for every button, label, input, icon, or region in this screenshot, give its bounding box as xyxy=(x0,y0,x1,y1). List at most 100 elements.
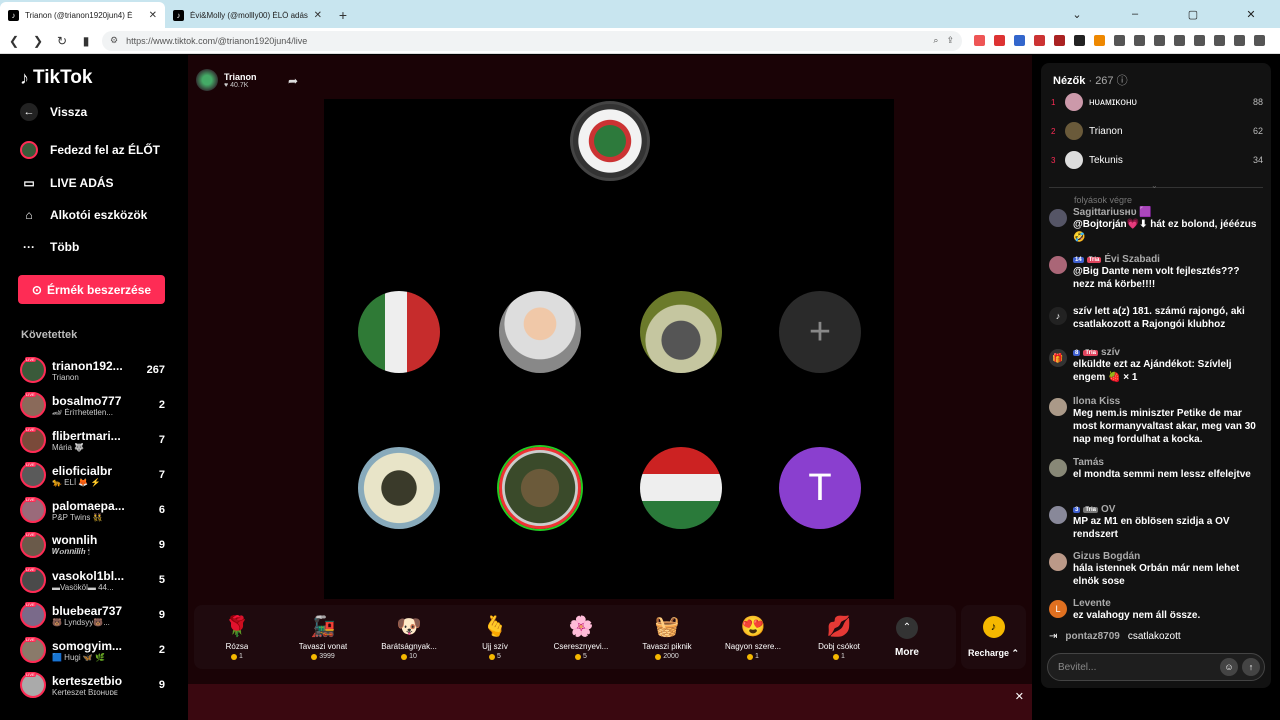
chat-username[interactable]: Tamás xyxy=(1073,457,1263,468)
following-item[interactable]: LIVE trianon192... Trianon 267 xyxy=(20,355,165,385)
puzzle-icon[interactable] xyxy=(1114,35,1125,46)
gift-item[interactable]: 🧺 Tavaszi piknik 2000 xyxy=(624,605,710,669)
following-item[interactable]: LIVE flibertmari... Mária 🐺 7 xyxy=(20,425,165,455)
wallet-icon[interactable] xyxy=(1214,35,1225,46)
tab-search-icon[interactable]: ⌄ xyxy=(1048,8,1106,21)
sidebar-icon[interactable] xyxy=(1194,35,1205,46)
browser-tab[interactable]: ♪ Évi&Molly (@mollly00) ÉLŐ adásban ✕ xyxy=(165,2,330,28)
chat-input[interactable] xyxy=(1058,661,1216,673)
guest-slot[interactable] xyxy=(640,447,722,529)
maximize-icon[interactable]: ▢ xyxy=(1164,8,1222,21)
chat-username[interactable]: Levente xyxy=(1073,598,1263,609)
chat-username[interactable]: Sagittariusʜᴜ 🟪 xyxy=(1073,207,1263,218)
following-item[interactable]: LIVE kerteszetbio Kerteszet Bɪᴏʜᴜᴅᴇ 9 xyxy=(20,670,165,700)
nav-explore-live[interactable]: Fedezd fel az ÉLŐT xyxy=(20,141,160,159)
bookmark-icon[interactable]: ▮ xyxy=(76,34,96,48)
host-avatar[interactable] xyxy=(196,69,218,91)
chat-username[interactable]: Évi Szabadi xyxy=(1104,254,1160,265)
gift-price-value: 1 xyxy=(841,653,845,660)
top-viewer-row[interactable]: 3 Tekunis 34 xyxy=(1051,150,1263,170)
get-coins-button[interactable]: ⊙ Érmék beszerzése xyxy=(18,275,165,304)
avatar[interactable] xyxy=(1049,256,1067,274)
top-viewer-row[interactable]: 2 Trianon 62 xyxy=(1051,121,1263,141)
following-item[interactable]: LIVE palomaepa... P&P Twins 👯 6 xyxy=(20,495,165,525)
avatar[interactable] xyxy=(1049,553,1067,571)
translate-icon[interactable] xyxy=(1014,35,1025,46)
avatar[interactable]: L xyxy=(1049,600,1067,618)
nav-more[interactable]: ··· Több xyxy=(20,238,79,256)
gift-item[interactable]: 😍 Nagyon szere... 1 xyxy=(710,605,796,669)
reading-list-icon[interactable] xyxy=(1174,35,1185,46)
close-tab-icon[interactable]: ✕ xyxy=(314,10,322,21)
chat-username[interactable]: Gizus Bogdán xyxy=(1073,551,1263,562)
more-gifts-button[interactable]: ⌃ More xyxy=(882,605,932,669)
close-tab-icon[interactable]: ✕ xyxy=(149,10,157,21)
guest-slot[interactable] xyxy=(499,447,581,529)
joined-username[interactable]: pontaz8709 xyxy=(1065,631,1119,642)
chat-username[interactable]: OV xyxy=(1101,504,1115,515)
share-arrow-icon[interactable]: ➦ xyxy=(288,74,298,88)
gift-item[interactable]: 🚂 Tavaszi vonat 3999 xyxy=(280,605,366,669)
chat-input-box[interactable]: ☺ ↑ xyxy=(1047,653,1265,681)
guest-slot[interactable] xyxy=(640,291,722,373)
avatar[interactable] xyxy=(1049,209,1067,227)
reload-icon[interactable]: ↻ xyxy=(52,34,72,48)
gift-item[interactable]: 💋 Dobj csókot 1 xyxy=(796,605,882,669)
extension-icon[interactable] xyxy=(1074,35,1085,46)
top-viewer-row[interactable]: 1 ʜᴜᴀᴍɪᴋᴏʜᴜ 88 xyxy=(1051,92,1263,112)
browser-tab-active[interactable]: ♪ Trianon (@trianon1920jun4) É ✕ xyxy=(0,2,165,28)
video-stage[interactable]: + T xyxy=(324,99,894,599)
send-arrow-icon[interactable]: ↑ xyxy=(1242,658,1260,676)
extension-icon[interactable] xyxy=(1094,35,1105,46)
avatar[interactable] xyxy=(1049,506,1067,524)
address-bar[interactable]: ⚙ https://www.tiktok.com/@trianon1920jun… xyxy=(102,30,962,51)
following-item[interactable]: LIVE somogyim... 🟦 Hugi 🦋 🌿 2 xyxy=(20,635,165,665)
chevron-down-icon[interactable]: ⌄ xyxy=(1151,181,1158,190)
recharge-button[interactable]: ♪ Recharge ⌃ xyxy=(961,605,1026,669)
guest-slot[interactable] xyxy=(358,291,440,373)
back-button[interactable]: ← Vissza xyxy=(20,103,87,121)
coins-label: Érmék beszerzése xyxy=(46,282,152,297)
extension-icon[interactable] xyxy=(1134,35,1145,46)
following-item[interactable]: LIVE elioficialbr 🐆 ELÍ 🦊 ⚡ 7 xyxy=(20,460,165,490)
forward-arrow-icon[interactable]: ❯ xyxy=(28,34,48,48)
alert-icon[interactable] xyxy=(994,35,1005,46)
minimize-icon[interactable]: – xyxy=(1106,8,1164,20)
close-window-icon[interactable]: ✕ xyxy=(1222,8,1280,21)
extension-icon[interactable] xyxy=(1034,35,1045,46)
chat-username[interactable]: szív xyxy=(1101,347,1120,358)
url-text[interactable]: https://www.tiktok.com/@trianon1920jun4/… xyxy=(126,36,925,46)
tiktok-logo[interactable]: ♪ TikTok xyxy=(20,67,92,89)
gift-item[interactable]: 🌹 Rózsa 1 xyxy=(194,605,280,669)
extension-icon[interactable] xyxy=(1054,35,1065,46)
brave-shield-icon[interactable] xyxy=(974,35,985,46)
avatar[interactable] xyxy=(1049,459,1067,477)
nav-creator-tools[interactable]: ⌂ Alkotói eszközök xyxy=(20,206,147,224)
emoji-icon[interactable]: ☺ xyxy=(1220,658,1238,676)
chat-username[interactable]: Ilona Kiss xyxy=(1073,396,1263,407)
gift-item[interactable]: 🐶 Barátságnyak... 10 xyxy=(366,605,452,669)
gift-item[interactable]: 🌸 Cseresznyevi... 5 xyxy=(538,605,624,669)
guest-slot[interactable] xyxy=(499,291,581,373)
following-item[interactable]: LIVE bluebear737 🐻 Lyndsyy🐻... 9 xyxy=(20,600,165,630)
nav-live-studio[interactable]: ▭ LIVE ADÁS xyxy=(20,174,113,192)
host-info[interactable]: Trianon ♥ 40.7K xyxy=(196,69,257,91)
following-item[interactable]: LIVE bosalmo777 🏎 Ériᴛhetetlen... 2 xyxy=(20,390,165,420)
following-item[interactable]: LIVE vasokol1bl... ▬Vasököl▬ 44... 5 xyxy=(20,565,165,595)
close-icon[interactable]: ✕ xyxy=(1015,690,1024,703)
help-icon[interactable]: ⓘ xyxy=(1117,75,1128,87)
avatar[interactable] xyxy=(1049,398,1067,416)
download-icon[interactable] xyxy=(1154,35,1165,46)
site-info-icon[interactable]: ⚙ xyxy=(110,35,118,46)
zoom-icon[interactable]: ⌕ xyxy=(933,35,938,46)
vpn-icon[interactable] xyxy=(1234,35,1245,46)
new-tab-button[interactable]: + xyxy=(330,2,356,28)
back-arrow-icon[interactable]: ❮ xyxy=(4,34,24,48)
guest-slot[interactable]: T xyxy=(779,447,861,529)
gift-item[interactable]: 🫰 Ujj szív 5 xyxy=(452,605,538,669)
share-icon[interactable]: ⇪ xyxy=(946,35,954,46)
menu-icon[interactable] xyxy=(1254,35,1265,46)
guest-slot[interactable] xyxy=(358,447,440,529)
following-item[interactable]: LIVE wonnlih 𝑾𝒐𝒏𝒏𝒊𝒍𝒊𝒉 🕯 9 xyxy=(20,530,165,560)
add-guest-button[interactable]: + xyxy=(779,291,861,373)
